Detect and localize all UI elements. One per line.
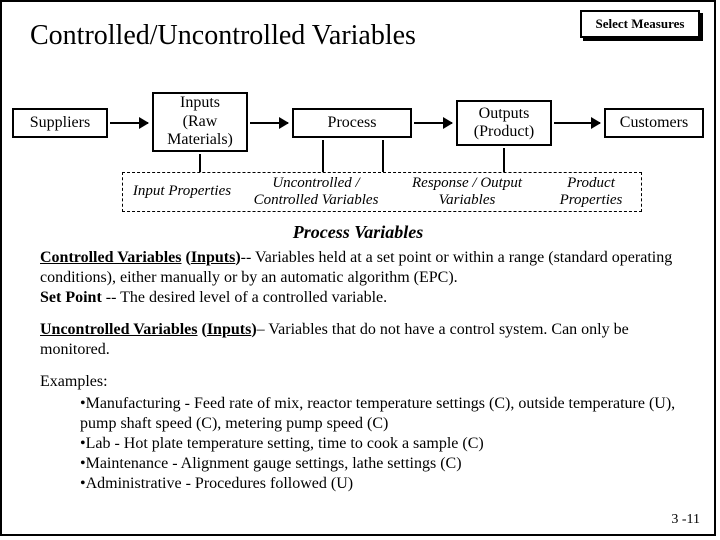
box-suppliers: Suppliers xyxy=(12,108,108,138)
process-variables-group: Input Properties Uncontrolled / Controll… xyxy=(122,172,642,212)
connector-process-1 xyxy=(322,140,324,172)
inputs-link-1: Inputs xyxy=(191,249,235,266)
page-title: Controlled/Uncontrolled Variables xyxy=(30,20,416,52)
controlled-label: Controlled Variables xyxy=(40,249,182,266)
connector-process-2 xyxy=(382,140,384,172)
arrow-3 xyxy=(414,122,452,124)
box-inputs: Inputs (Raw Materials) xyxy=(152,92,248,152)
inputs-link-2: Inputs xyxy=(207,321,251,338)
dash-response-output: Response / Output Variables xyxy=(397,175,537,208)
body-text: Controlled Variables (Inputs)-- Variable… xyxy=(40,248,682,494)
uncontrolled-label: Uncontrolled Variables xyxy=(40,321,198,338)
connector-inputs xyxy=(199,154,201,172)
arrow-2 xyxy=(250,122,288,124)
sipoc-flow: Suppliers Inputs (Raw Materials) Process… xyxy=(2,92,714,162)
box-process: Process xyxy=(292,108,412,138)
slide-frame: Controlled/Uncontrolled Variables Select… xyxy=(0,0,716,536)
page-number: 3 -11 xyxy=(671,512,700,528)
set-point-label: Set Point xyxy=(40,289,102,306)
example-administrative: •Administrative - Procedures followed (U… xyxy=(80,474,682,494)
dash-product-properties: Product Properties xyxy=(543,175,639,208)
select-measures-badge: Select Measures xyxy=(580,10,700,38)
box-outputs: Outputs (Product) xyxy=(456,100,552,146)
arrow-1 xyxy=(110,122,148,124)
badge-label: Select Measures xyxy=(580,10,700,38)
example-manufacturing: •Manufacturing - Feed rate of mix, react… xyxy=(80,394,682,434)
dash-controlled-uncontrolled: Uncontrolled / Controlled Variables xyxy=(241,175,391,208)
examples-head: Examples: xyxy=(40,372,682,392)
dash-input-properties: Input Properties xyxy=(127,183,237,200)
connector-outputs xyxy=(503,148,505,172)
examples-list: •Manufacturing - Feed rate of mix, react… xyxy=(80,394,682,494)
process-variables-heading: Process Variables xyxy=(2,222,714,243)
arrow-4 xyxy=(554,122,600,124)
para-uncontrolled: Uncontrolled Variables (Inputs)– Variabl… xyxy=(40,320,682,360)
para-controlled: Controlled Variables (Inputs)-- Variable… xyxy=(40,248,682,308)
example-lab: •Lab - Hot plate temperature setting, ti… xyxy=(80,434,682,454)
box-customers: Customers xyxy=(604,108,704,138)
example-maintenance: •Maintenance - Alignment gauge settings,… xyxy=(80,454,682,474)
